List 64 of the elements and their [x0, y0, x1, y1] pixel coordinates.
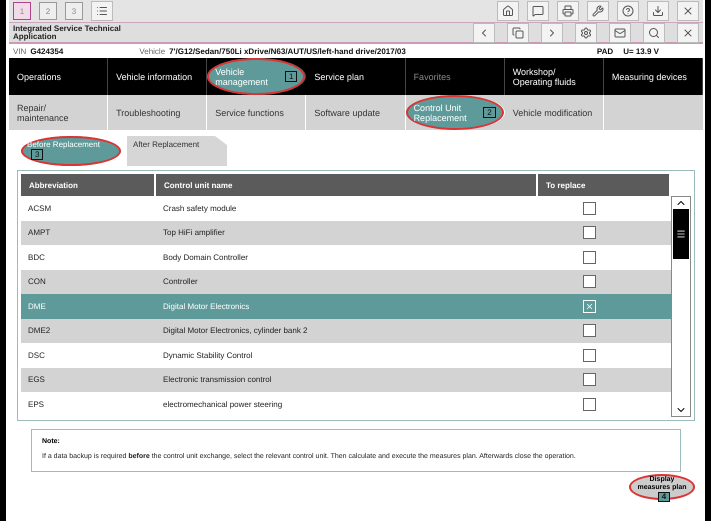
name-cell-text: Electronic transmission control: [162, 375, 272, 384]
replace-checkbox[interactable]: [583, 250, 596, 264]
abbreviation-cell-text: AMPT: [27, 228, 52, 238]
replace-checkbox[interactable]: [583, 398, 596, 411]
scrollbar[interactable]: [671, 196, 691, 416]
replace-checkbox[interactable]: [583, 226, 596, 240]
close-icon[interactable]: [677, 1, 699, 21]
replace-checkbox[interactable]: [583, 202, 596, 215]
annotation-number: 3: [31, 149, 44, 160]
pad-label: PAD: [596, 46, 614, 56]
vin-label: VIN: [13, 46, 26, 56]
annotation-number: 1: [284, 71, 298, 82]
abbreviation-cell-text: DME: [27, 302, 47, 311]
pages-icon[interactable]: [507, 22, 529, 42]
chat-icon[interactable]: [527, 1, 549, 21]
list-icon[interactable]: [91, 1, 113, 21]
name-cell-text: Digital Motor Electronics: [162, 302, 250, 311]
abbreviation-cell-text: ACSM: [27, 204, 52, 213]
tab[interactable]: After Replacement: [127, 136, 227, 166]
name-cell-text: Dynamic Stability Control: [162, 350, 254, 360]
name-cell-text: Top HiFi amplifier: [162, 228, 226, 238]
name-cell-text: Controller: [162, 277, 199, 286]
sub-nav-tab[interactable]: Vehicle modification: [504, 95, 604, 130]
abbreviation-cell-text: EPS: [27, 400, 46, 409]
help-icon[interactable]: [617, 1, 639, 21]
annotation-number: 4: [658, 492, 670, 502]
name-cell-text: Crash safety module: [162, 204, 238, 213]
download-icon[interactable]: [647, 1, 669, 21]
nav-tab[interactable]: Workshop/ Operating fluids: [504, 58, 604, 95]
cross-icon: [585, 302, 594, 311]
search-icon[interactable]: [643, 22, 665, 42]
replace-checkbox[interactable]: [583, 324, 596, 338]
table-row[interactable]: EGS Electronic transmission control: [21, 368, 671, 392]
table-row[interactable]: DME2 Digital Motor Electronics, cylinder bank 2: [21, 318, 671, 343]
abbreviation-cell-text: EGS: [27, 375, 46, 384]
abbreviation-cell-text: DSC: [27, 350, 46, 360]
abbreviation-cell-text: CON: [27, 277, 47, 286]
replace-checkbox[interactable]: [583, 275, 596, 288]
sub-nav-tab[interactable]: Control Unit Replacement 2: [406, 95, 505, 130]
vehicle-label: Vehicle: [139, 46, 166, 56]
back-icon[interactable]: [473, 22, 495, 42]
wrench-icon[interactable]: [587, 1, 609, 21]
grip-icon[interactable]: [676, 229, 686, 239]
abbreviation-cell-text: DME2: [27, 326, 52, 336]
app-title: Integrated Service Technical Application: [13, 24, 122, 40]
table-row[interactable]: CON Controller: [21, 270, 671, 294]
nav-tab[interactable]: Vehicle management 1: [207, 58, 306, 95]
replace-checkbox[interactable]: [583, 348, 596, 362]
printer-icon[interactable]: [557, 1, 579, 21]
voltage-value: U= 13.9 V: [623, 46, 659, 56]
name-cell-text: electromechanical power steering: [162, 400, 284, 409]
replace-checkbox[interactable]: [583, 373, 596, 386]
forward-icon[interactable]: [541, 22, 563, 42]
mail-icon[interactable]: [609, 22, 631, 42]
vehicle-value: 7'/G12/Sedan/750Li xDrive/N63/AUT/US/left-hand drive/2017/03: [169, 46, 406, 56]
name-cell-text: Body Domain Controller: [162, 252, 249, 262]
annotation-number: 2: [483, 107, 496, 118]
table-row[interactable]: AMPT Top HiFi amplifier: [21, 220, 671, 245]
vin-value: G424354: [30, 46, 64, 56]
settings-icon[interactable]: [575, 22, 597, 42]
abbreviation-cell-text: BDC: [27, 252, 46, 262]
close-icon[interactable]: [677, 22, 699, 42]
name-cell-text: Digital Motor Electronics, cylinder bank 2: [162, 326, 309, 336]
home-icon[interactable]: [497, 1, 519, 21]
